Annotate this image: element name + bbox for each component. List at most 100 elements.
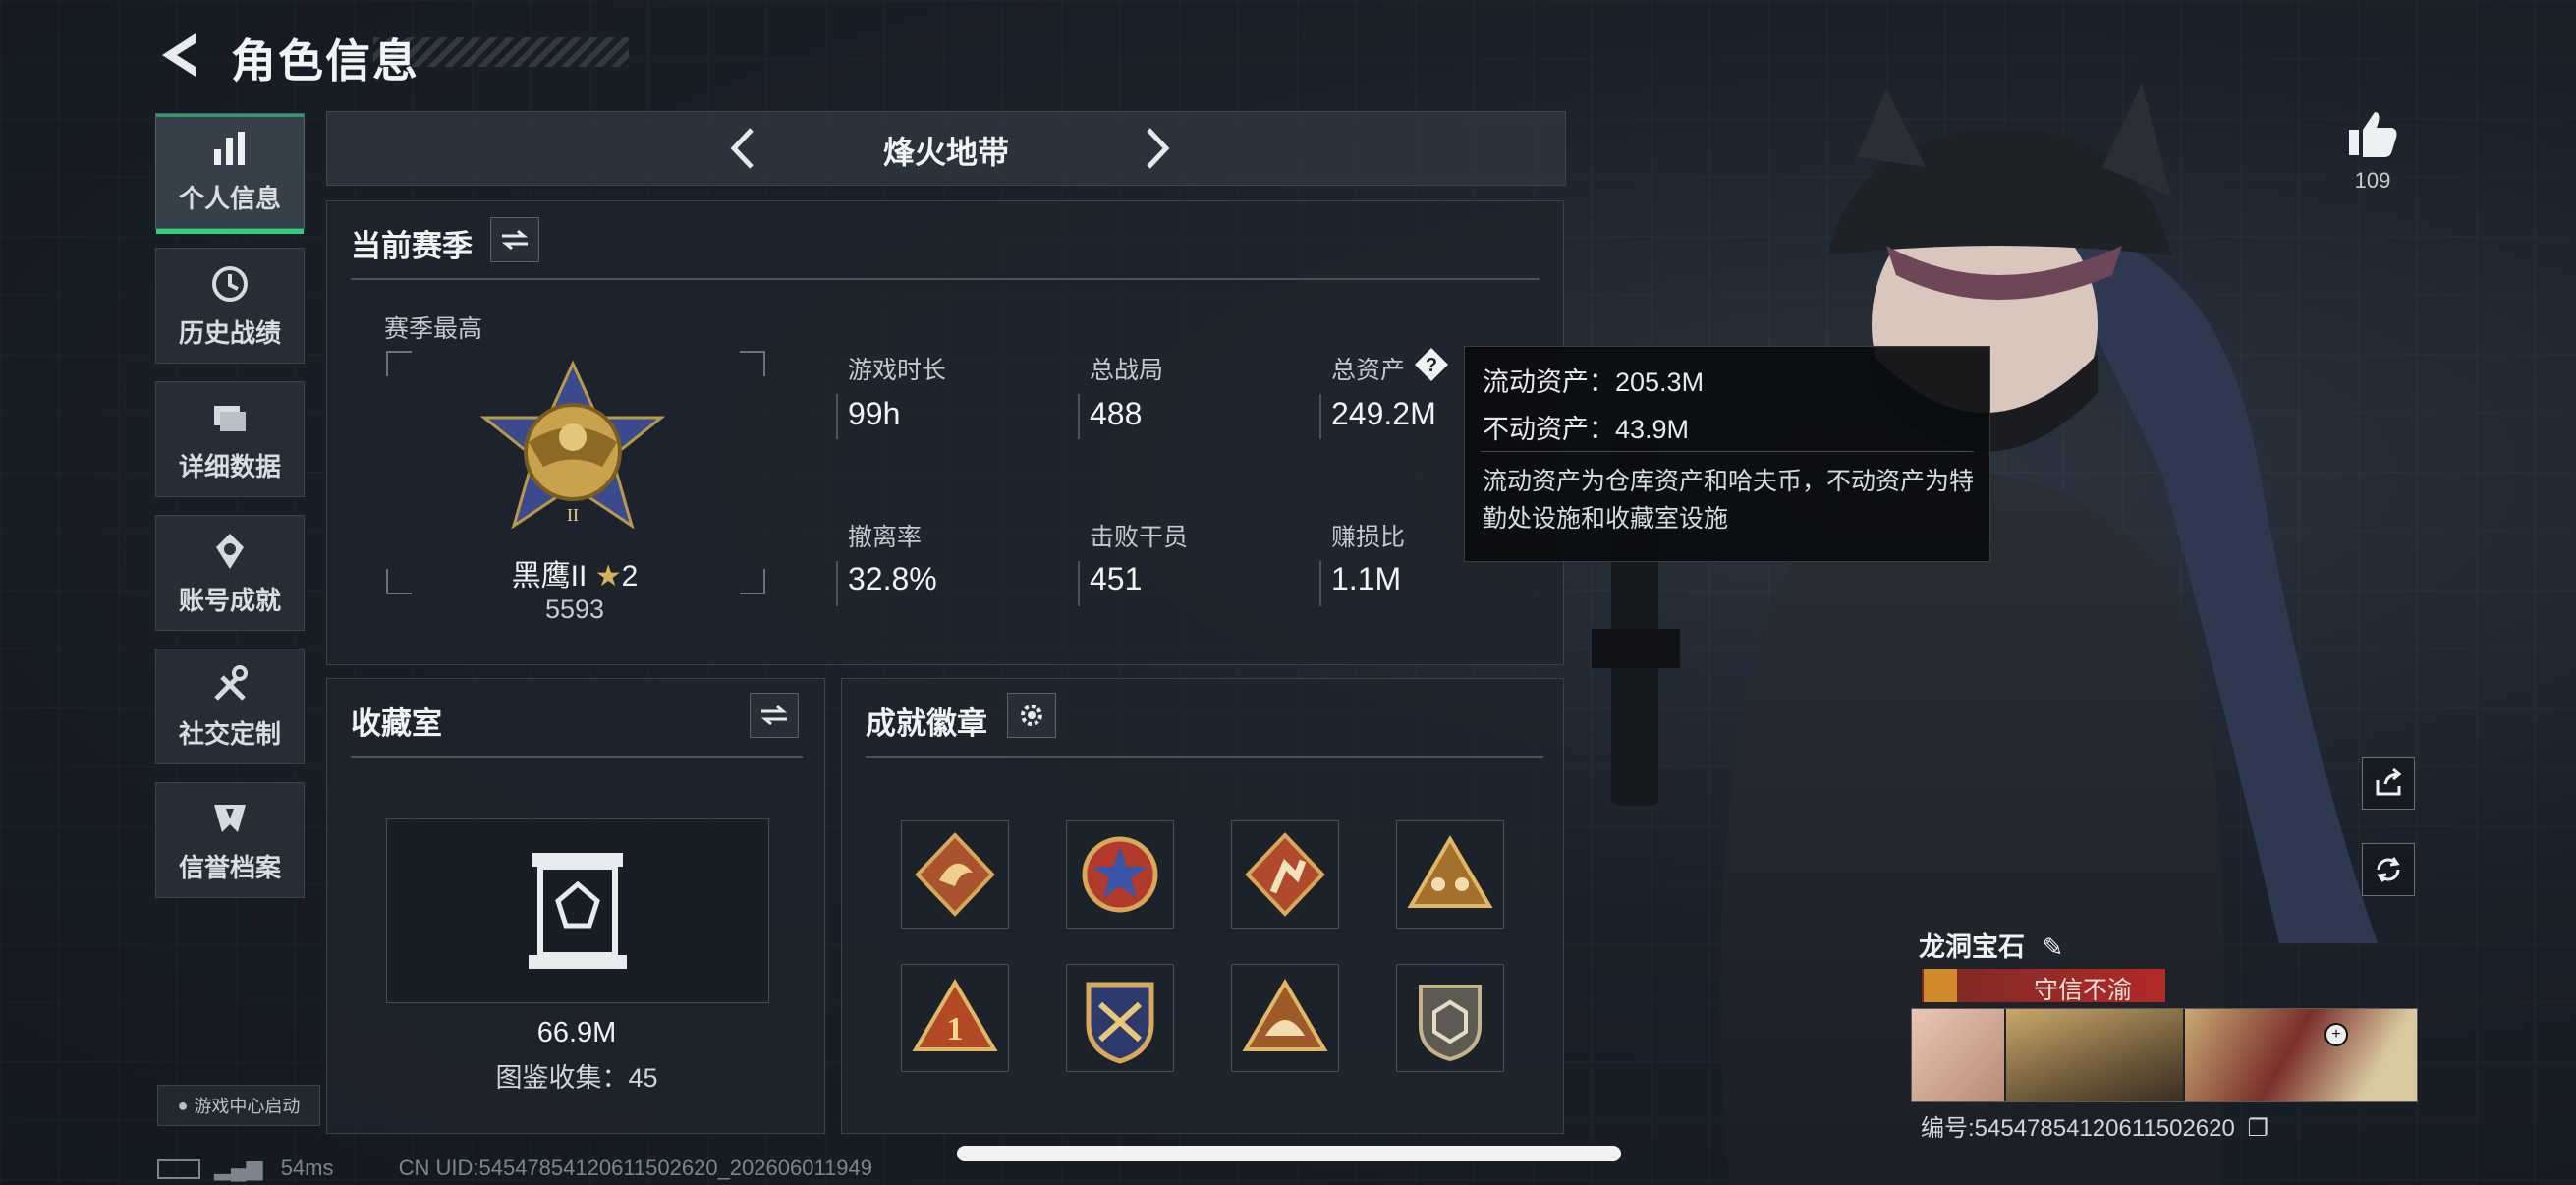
achievement-badge-dice[interactable] xyxy=(1396,964,1504,1072)
refresh-icon xyxy=(2377,857,2400,882)
player-card-strip[interactable]: + xyxy=(1911,1008,2418,1102)
avatar xyxy=(1912,1009,2004,1101)
collection-count: 图鉴收集：45 xyxy=(495,1063,658,1093)
season-divider xyxy=(351,278,1540,280)
question-icon: ? xyxy=(1415,348,1448,381)
folder-icon xyxy=(214,405,246,431)
sidebar-item-label: 社交定制 xyxy=(178,718,281,749)
history-icon xyxy=(212,265,248,302)
card-art xyxy=(2185,1009,2417,1101)
share-button[interactable] xyxy=(2362,757,2415,810)
frame-corner xyxy=(386,351,412,376)
stat-value: 99h xyxy=(848,396,901,431)
back-button[interactable] xyxy=(152,28,211,83)
like-count: 109 xyxy=(2354,168,2391,193)
gear-icon xyxy=(1021,705,1042,726)
player-name: 龙洞宝石 ✎ xyxy=(1919,926,2063,964)
rank-name: 黑鹰II xyxy=(511,560,588,592)
sidebar-item-label: 个人信息 xyxy=(178,183,281,213)
achievement-badge-helmet[interactable] xyxy=(1231,964,1339,1072)
crossed-guns-badge-icon xyxy=(1086,982,1154,1064)
achievement-badge-squad[interactable] xyxy=(1396,820,1504,929)
tooltip-fixed-assets: 不动资产：43.9M xyxy=(1483,415,1690,444)
refresh-button[interactable] xyxy=(2362,843,2415,896)
tools-icon xyxy=(214,664,248,701)
like-button[interactable]: 109 xyxy=(2338,108,2407,194)
swap-icon xyxy=(760,705,788,726)
star-medal-badge-icon xyxy=(1082,836,1158,913)
cn-uid: CN UID:54547854120611502620_202606011949 xyxy=(398,1156,872,1180)
stat-value: 488 xyxy=(1090,396,1143,431)
number-one-badge-icon: 1 xyxy=(912,979,998,1051)
stat-separator xyxy=(836,394,838,439)
achievements-settings-button[interactable] xyxy=(1007,693,1056,738)
game-center-button[interactable]: ● 游戏中心启动 xyxy=(157,1085,320,1126)
swap-icon xyxy=(501,229,529,251)
stat-value: 1.1M xyxy=(1331,561,1402,596)
sidebar-item-label: 详细数据 xyxy=(178,451,281,481)
achievement-badge-dragon[interactable] xyxy=(901,820,1009,929)
player-name-text: 龙洞宝石 xyxy=(1919,932,2025,962)
frame-corner xyxy=(740,351,765,376)
rank-emblem: II xyxy=(479,360,666,530)
stat-value: 249.2M xyxy=(1331,396,1436,431)
stat-label: 撤离率 xyxy=(848,524,923,551)
stat-label: 击败干员 xyxy=(1090,524,1189,551)
add-icon[interactable]: + xyxy=(2324,1023,2348,1046)
honor-title: 守信不渝 xyxy=(2034,977,2133,1004)
season-title: 当前赛季 xyxy=(351,229,473,263)
share-icon xyxy=(2376,767,2402,796)
stat-value: 451 xyxy=(1090,561,1143,596)
collection-divider xyxy=(351,756,803,758)
edit-name-icon[interactable]: ✎ xyxy=(2043,932,2064,962)
tooltip-liquid-assets: 流动资产：205.3M xyxy=(1483,367,1705,397)
next-mode-button[interactable] xyxy=(1131,124,1180,173)
ping-value: 54ms xyxy=(280,1156,334,1180)
signal-icon: ▂▄▆ xyxy=(214,1156,263,1180)
banner-image xyxy=(2006,1009,2183,1101)
sidebar-item-history[interactable]: 历史战绩 xyxy=(155,248,305,364)
title-decoration xyxy=(373,37,629,67)
achievement-badge-number-one[interactable]: 1 xyxy=(901,964,1009,1072)
achievements-title: 成就徽章 xyxy=(866,706,987,741)
info-button[interactable]: ? xyxy=(1414,347,1449,382)
stat-separator xyxy=(1078,394,1080,439)
sidebar-item-reputation[interactable]: 信誉档案 xyxy=(155,782,305,898)
display-case-icon xyxy=(529,853,627,969)
battery-icon xyxy=(157,1159,200,1180)
achievement-badge-crossed-guns[interactable] xyxy=(1066,964,1174,1072)
bar-chart-icon xyxy=(214,131,245,165)
dice-badge-icon xyxy=(1419,985,1482,1062)
stat-label: 游戏时长 xyxy=(848,357,947,384)
switch-season-button[interactable] xyxy=(490,217,539,262)
mode-name: 烽火地带 xyxy=(882,135,1009,170)
achievements-divider xyxy=(866,756,1543,758)
sidebar-item-label: 信誉档案 xyxy=(178,852,281,882)
svg-text:II: II xyxy=(567,505,579,525)
home-indicator[interactable] xyxy=(957,1146,1621,1161)
assets-tooltip: 流动资产：205.3M 不动资产：43.9M 流动资产为仓库资产和哈夫币，不动资… xyxy=(1464,346,1990,562)
sidebar-item-achievements[interactable]: 账号成就 xyxy=(155,515,305,631)
achievement-badge-runner[interactable] xyxy=(1231,820,1339,929)
season-best-label: 赛季最高 xyxy=(384,315,483,343)
sidebar-item-profile[interactable]: 个人信息 xyxy=(155,113,305,234)
rank-stars: 2 xyxy=(621,560,639,592)
sidebar-item-label: 账号成就 xyxy=(178,585,281,615)
stat-label: 总战局 xyxy=(1090,357,1164,384)
game-center-label: 游戏中心启动 xyxy=(194,1097,301,1116)
copy-icon[interactable]: ❐ xyxy=(2248,1115,2269,1142)
stat-separator xyxy=(1319,561,1321,606)
qq-icon: ● xyxy=(177,1095,189,1115)
rank-score: 5593 xyxy=(544,594,605,624)
achievement-badge-star-medal[interactable] xyxy=(1066,820,1174,929)
sidebar-item-social[interactable]: 社交定制 xyxy=(155,649,305,764)
switch-collection-button[interactable] xyxy=(750,693,799,738)
tooltip-note: 流动资产为仓库资产和哈夫币，不动资产为特勤处设施和收藏室设施 xyxy=(1483,468,1975,533)
player-uid: 编号:545478541206115026​20 ❐ xyxy=(1921,1108,2268,1143)
sidebar-item-details[interactable]: 详细数据 xyxy=(155,381,305,497)
mode-switcher: 烽火地带 xyxy=(326,111,1566,186)
achievements-panel: 成就徽章 1 xyxy=(841,678,1564,1134)
collection-room-card[interactable] xyxy=(386,818,769,1003)
trophy-icon xyxy=(216,533,244,569)
dragon-badge-icon xyxy=(915,832,995,917)
